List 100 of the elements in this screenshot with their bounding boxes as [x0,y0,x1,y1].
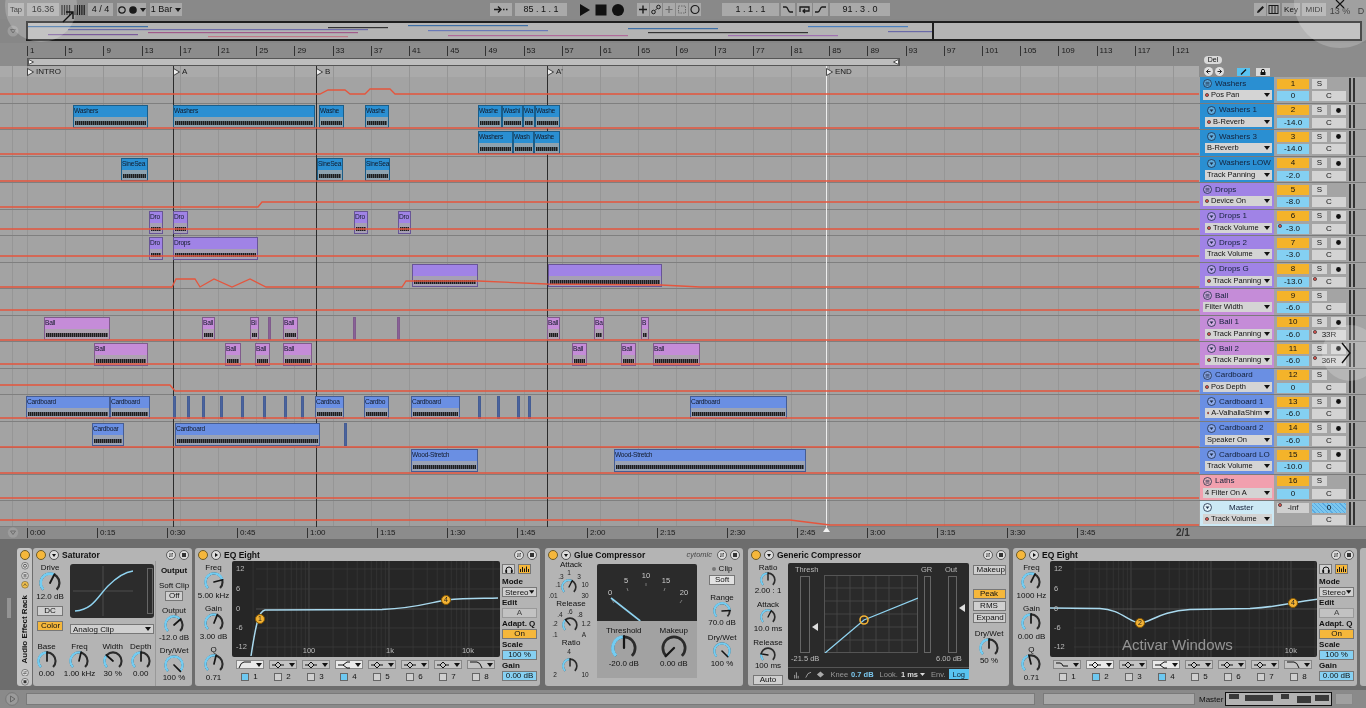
pan-field[interactable]: C [1312,382,1346,393]
clip-mode-button[interactable]: Soft [709,575,735,585]
track-number-button[interactable]: 6 [1277,211,1309,221]
link-icon[interactable] [650,3,662,16]
swap-icon[interactable] [1331,549,1341,560]
audio-clip[interactable] [353,316,356,340]
bars-icon[interactable] [61,4,72,15]
knob[interactable] [164,655,184,674]
knob[interactable] [713,602,731,619]
arm-button[interactable] [1331,131,1346,142]
knob[interactable] [102,651,123,670]
knob[interactable] [203,572,224,591]
gain-field[interactable]: 0.00 dB [502,671,537,681]
band-checkbox[interactable] [1158,672,1167,681]
key-map-button[interactable]: Key [1282,3,1300,16]
volume-field[interactable]: -13.0 [1277,276,1309,287]
bars-icon[interactable] [792,669,801,679]
pan-field[interactable]: C [1312,91,1346,102]
listen-button[interactable] [1319,564,1333,574]
filter-type-dropdown[interactable] [1086,660,1115,669]
band-checkbox[interactable] [472,672,481,681]
knob[interactable] [203,654,224,673]
band-checkbox[interactable] [241,672,250,681]
track-number-button[interactable]: 5 [1277,184,1309,195]
knob[interactable] [561,579,577,594]
solo-button[interactable]: S [1312,396,1327,407]
adaptive-q-button[interactable]: On [1319,629,1355,639]
audio-clip[interactable] [268,316,271,340]
tempo-field[interactable]: 16.36 [27,3,59,16]
arm-button[interactable] [1331,396,1346,407]
filter-type-dropdown[interactable] [1152,660,1181,669]
knob[interactable] [760,609,776,624]
solo-button[interactable]: S [1312,105,1327,115]
locator[interactable]: INTRO [27,67,61,76]
band-checkbox[interactable] [307,672,316,681]
filter-type-dropdown[interactable] [1119,660,1148,669]
audio-clip[interactable] [220,396,223,419]
threshold-handle[interactable] [859,615,869,625]
pan-field[interactable]: C [1312,515,1346,525]
audio-clip[interactable] [397,316,400,340]
mode-dropdown[interactable]: Stereo [1319,587,1355,597]
band-checkbox[interactable] [1059,672,1068,681]
volume-field[interactable]: -6.0 [1277,329,1309,340]
track-number-button[interactable]: 14 [1277,423,1309,433]
band-checkbox[interactable] [1224,672,1233,681]
solo-button[interactable]: S [1312,78,1327,89]
audio-clip[interactable] [202,396,205,419]
locator[interactable]: END [826,67,852,76]
pan-field[interactable]: C [1312,276,1346,287]
metronome-dropdown[interactable] [117,3,146,16]
fold-icon[interactable] [1203,476,1212,486]
solo-button[interactable]: S [1312,449,1327,460]
stop-icon[interactable] [594,2,608,17]
volume-field[interactable]: -6.0 [1277,356,1309,367]
solo-button[interactable]: S [1312,264,1327,274]
bars-icon[interactable] [74,4,86,15]
fold-icon[interactable] [1203,185,1212,194]
track-number-button[interactable]: 9 [1277,290,1309,301]
arm-button[interactable] [1331,105,1346,115]
next-button[interactable] [1322,325,1366,381]
plus-icon[interactable] [637,3,649,16]
knob[interactable] [1021,613,1042,632]
volume-field[interactable]: -6.0 [1277,303,1309,314]
scale-field[interactable]: 100 % [502,650,537,660]
volume-field[interactable]: -10.0 [1277,462,1309,473]
knob[interactable] [979,638,999,657]
spectrum-button[interactable] [518,564,531,574]
knob[interactable] [562,658,578,673]
lock-button[interactable] [1256,67,1270,76]
record-icon[interactable] [611,2,625,17]
filter-type-dropdown[interactable] [1251,660,1280,669]
mode-button[interactable]: RMS [972,601,1006,611]
solo-button[interactable]: S [1312,131,1327,142]
pan-field[interactable]: C [1312,435,1346,446]
minimap-drawing[interactable] [1225,692,1332,706]
track-number-button[interactable]: 7 [1277,237,1309,248]
band-checkbox[interactable] [406,672,415,681]
track-number-button[interactable]: 2 [1277,105,1309,115]
midi-map-button[interactable]: MIDI [1302,3,1326,16]
pan-field[interactable]: C [1312,409,1346,420]
arm-button[interactable] [1331,211,1346,221]
audio-clip[interactable] [528,396,531,419]
pencil-icon[interactable] [1254,3,1266,16]
mode-button[interactable]: Peak [972,589,1006,599]
fold-icon[interactable] [1203,370,1212,380]
filter-type-dropdown[interactable] [268,660,297,669]
band-checkbox[interactable] [373,672,382,681]
curve-type-dropdown[interactable]: Analog Clip [70,624,154,634]
solo-button[interactable]: S [1312,184,1327,195]
pan-field[interactable]: C [1312,144,1346,155]
volume-field[interactable]: 0 [1277,382,1309,393]
audio-clip[interactable] [301,396,304,419]
makeup-button[interactable]: Makeup [972,565,1006,575]
pan-field[interactable]: C [1312,223,1346,234]
audio-clip[interactable] [284,396,287,419]
knob[interactable] [130,651,151,670]
triangle-down-icon[interactable] [49,549,59,560]
band-checkbox[interactable] [274,672,283,681]
color-button[interactable]: Color [37,620,63,631]
swap-icon[interactable] [983,549,993,560]
